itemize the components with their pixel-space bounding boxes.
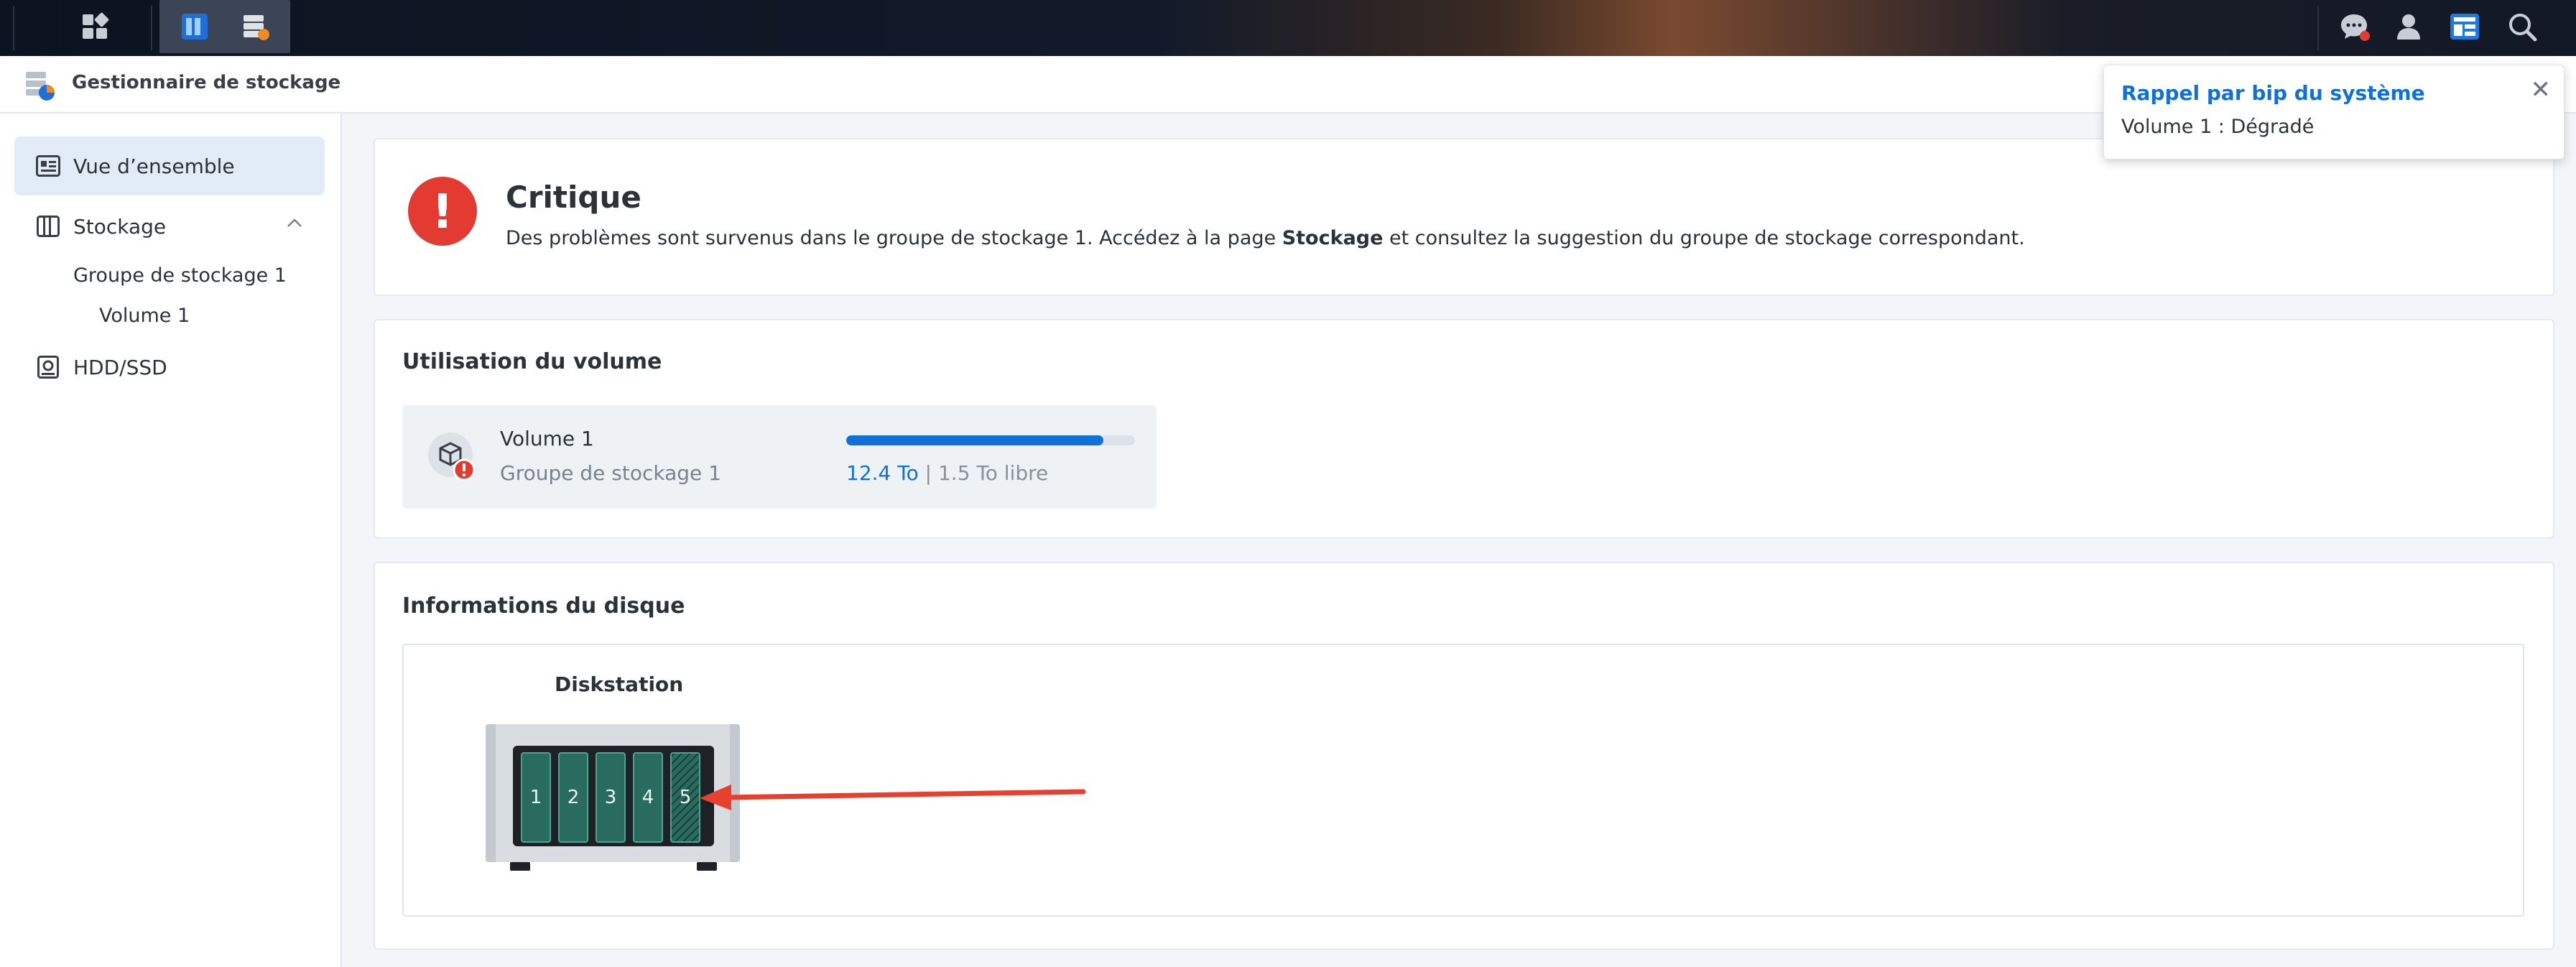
sidebar-item-volume-1[interactable]: Volume 1 [99, 305, 190, 327]
volume-usage-bar [846, 435, 1135, 445]
notification-toast[interactable]: Rappel par bip du système Volume 1 : Dég… [2103, 65, 2565, 159]
app-logo-icon [23, 68, 57, 105]
volume-used: 12.4 To [846, 461, 919, 485]
widgets-icon [2448, 10, 2481, 46]
chevron-up-icon[interactable] [286, 217, 303, 231]
volume-free: 1.5 To libre [937, 461, 1049, 485]
status-message-pre: Des problèmes sont survenus dans le grou… [506, 227, 1282, 249]
toast-title: Rappel par bip du système [2121, 81, 2425, 105]
volume-warning-icon [427, 432, 478, 487]
overview-icon [36, 154, 60, 178]
volume-usage-card: Utilisation du volume Volume 1 Groupe de… [374, 319, 2554, 539]
drive-bay-2[interactable]: 2 [558, 752, 588, 843]
sidebar-item-hdd-ssd[interactable]: HDD/SSD [14, 338, 325, 397]
drive-bay-label: 3 [605, 787, 617, 808]
user-icon [2393, 11, 2424, 45]
nas-device-illustration: 1 2 3 4 5 [486, 724, 1086, 871]
drive-bay-label: 4 [642, 787, 654, 808]
taskbar [0, 0, 2576, 56]
red-arrow-annotation [700, 785, 1086, 810]
taskbar-separator [2317, 6, 2319, 50]
status-card: ! Critique Des problèmes sont survenus d… [374, 138, 2554, 296]
drive-bay-3[interactable]: 3 [596, 752, 626, 843]
sidebar-item-label: Stockage [73, 214, 167, 239]
critical-alert-icon: ! [408, 177, 477, 246]
sidebar-item-storage[interactable]: Stockage [14, 197, 325, 256]
storage-page-link-text: Stockage [1282, 227, 1384, 249]
storage-icon [36, 214, 60, 239]
volume-row[interactable]: Volume 1 Groupe de stockage 1 12.4 To | … [402, 405, 1157, 509]
sidebar: Vue d’ensemble Stockage Groupe de stocka… [0, 114, 342, 967]
sidebar-item-label: HDD/SSD [73, 355, 167, 379]
taskbar-separator [151, 6, 152, 50]
widgets-button[interactable] [2441, 0, 2488, 56]
volume-usage-fill [846, 435, 1103, 445]
device-name: Diskstation [555, 672, 684, 696]
taskbar-separator [13, 6, 14, 50]
search-icon [2506, 11, 2538, 45]
sidebar-item-label: Vue d’ensemble [73, 154, 235, 178]
drive-bay-label: 2 [567, 787, 580, 808]
close-icon[interactable]: ✕ [2531, 75, 2552, 104]
drive-bay-label: 5 [680, 787, 692, 808]
volume-pool-name: Groupe de stockage 1 [500, 461, 721, 485]
storage-app-icon [239, 11, 271, 45]
status-title: Critique [506, 180, 641, 215]
hdd-icon [36, 355, 60, 379]
sidebar-item-storage-pool-1[interactable]: Groupe de stockage 1 [73, 264, 287, 287]
storage-app-taskbar-button[interactable] [228, 0, 282, 56]
storage-manager-taskbar-button[interactable] [168, 0, 221, 56]
apps-grid-button[interactable] [66, 0, 124, 56]
notifications-button[interactable] [2330, 0, 2378, 56]
drive-bay-4[interactable]: 4 [633, 752, 663, 843]
disk-info-card: Informations du disque Diskstation 1 2 3… [374, 562, 2554, 950]
storage-manager-icon [179, 11, 210, 45]
drive-bay-label: 1 [530, 787, 542, 808]
status-message-post: et consultez la suggestion du groupe de … [1383, 227, 2025, 249]
notification-icon [2338, 10, 2371, 46]
volume-usage-separator: | [925, 461, 932, 485]
drive-bay-5[interactable]: 5 [670, 752, 700, 843]
user-button[interactable] [2385, 0, 2432, 56]
status-message: Des problèmes sont survenus dans le grou… [506, 227, 2025, 249]
apps-grid-icon [80, 12, 109, 44]
disk-info-title: Informations du disque [402, 593, 685, 619]
toast-message: Volume 1 : Dégradé [2121, 116, 2315, 138]
drive-bay-1[interactable]: 1 [521, 752, 551, 843]
volume-usage-text: 12.4 To | 1.5 To libre [846, 461, 1048, 485]
volume-usage-title: Utilisation du volume [402, 349, 662, 374]
search-button[interactable] [2498, 0, 2546, 56]
sidebar-item-overview[interactable]: Vue d’ensemble [14, 137, 325, 195]
disk-panel: Diskstation 1 2 3 4 5 [402, 644, 2524, 917]
app-title: Gestionnaire de stockage [72, 72, 341, 93]
volume-name: Volume 1 [500, 427, 594, 450]
